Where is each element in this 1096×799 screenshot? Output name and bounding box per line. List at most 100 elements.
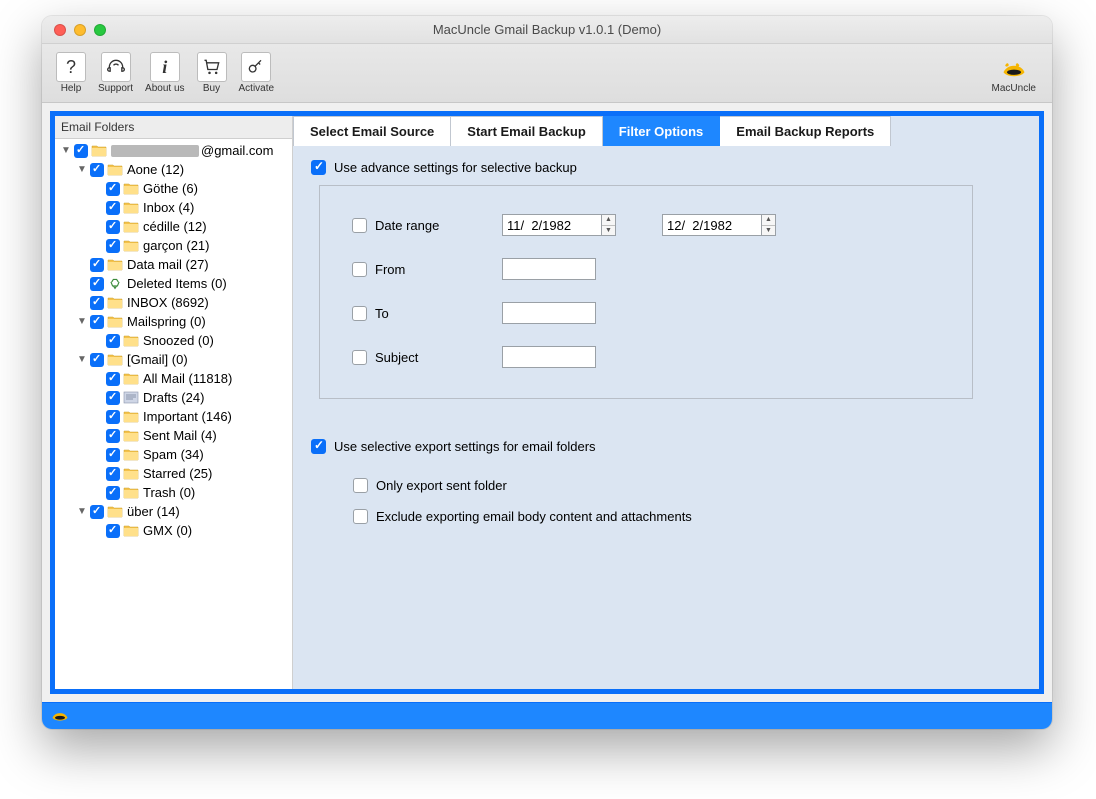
use-selective-row[interactable]: Use selective export settings for email … <box>311 439 1021 454</box>
from-checkbox[interactable] <box>352 262 367 277</box>
folder-icon <box>123 486 139 499</box>
tree-node[interactable]: INBOX (8692) <box>55 293 292 312</box>
folder-checkbox[interactable] <box>90 277 104 291</box>
tree-node[interactable]: ▼[Gmail] (0) <box>55 350 292 369</box>
folder-checkbox[interactable] <box>106 410 120 424</box>
about-button[interactable]: i About us <box>139 49 190 97</box>
folder-checkbox[interactable] <box>106 334 120 348</box>
filter-fieldset: Date range ▲▼ ▲▼ From <box>319 185 973 399</box>
date-to-input[interactable] <box>662 214 762 236</box>
only-sent-row[interactable]: Only export sent folder <box>353 478 1021 493</box>
disclosure-triangle-icon[interactable]: ▼ <box>75 316 89 327</box>
about-label: About us <box>145 83 184 94</box>
tree-node[interactable]: Data mail (27) <box>55 255 292 274</box>
subject-input[interactable] <box>502 346 596 368</box>
disclosure-triangle-icon[interactable]: ▼ <box>75 354 89 365</box>
tree-node[interactable]: Drafts (24) <box>55 388 292 407</box>
disclosure-triangle-icon[interactable]: ▼ <box>59 145 73 156</box>
folder-checkbox[interactable] <box>90 296 104 310</box>
to-input[interactable] <box>502 302 596 324</box>
folder-icon <box>91 144 107 157</box>
folder-checkbox[interactable] <box>106 201 120 215</box>
only-sent-checkbox[interactable] <box>353 478 368 493</box>
app-window: MacUncle Gmail Backup v1.0.1 (Demo) ? He… <box>42 16 1052 729</box>
tree-node[interactable]: Important (146) <box>55 407 292 426</box>
tree-node[interactable]: Trash (0) <box>55 483 292 502</box>
folder-icon <box>107 163 123 176</box>
tree-node[interactable]: GMX (0) <box>55 521 292 540</box>
folder-checkbox[interactable] <box>106 524 120 538</box>
use-advance-row[interactable]: Use advance settings for selective backu… <box>311 160 1021 175</box>
tree-node[interactable]: ▼Aone (12) <box>55 160 292 179</box>
to-checkbox[interactable] <box>352 306 367 321</box>
use-advance-checkbox[interactable] <box>311 160 326 175</box>
folder-checkbox[interactable] <box>90 315 104 329</box>
main-panel: Select Email Source Start Email Backup F… <box>293 116 1039 689</box>
tree-node[interactable]: cédille (12) <box>55 217 292 236</box>
recycle-icon <box>107 277 123 290</box>
disclosure-triangle-icon[interactable]: ▼ <box>75 506 89 517</box>
help-label: Help <box>61 83 82 94</box>
buy-button[interactable]: Buy <box>191 49 233 97</box>
info-icon: i <box>150 52 180 82</box>
folder-checkbox[interactable] <box>90 505 104 519</box>
tree-node[interactable]: Starred (25) <box>55 464 292 483</box>
tree-node[interactable]: Göthe (6) <box>55 179 292 198</box>
exclude-body-row[interactable]: Exclude exporting email body content and… <box>353 509 1021 524</box>
folder-checkbox[interactable] <box>106 372 120 386</box>
tab-filter[interactable]: Filter Options <box>603 116 721 146</box>
exclude-body-label: Exclude exporting email body content and… <box>376 509 692 524</box>
folder-checkbox[interactable] <box>106 467 120 481</box>
folder-tree[interactable]: ▼@gmail.com▼Aone (12)Göthe (6)Inbox (4)c… <box>55 139 292 689</box>
help-icon: ? <box>56 52 86 82</box>
folder-label: Trash (0) <box>143 485 195 500</box>
folder-checkbox[interactable] <box>90 258 104 272</box>
tab-source[interactable]: Select Email Source <box>293 116 451 146</box>
use-selective-checkbox[interactable] <box>311 439 326 454</box>
folder-checkbox[interactable] <box>106 182 120 196</box>
folder-label: Data mail (27) <box>127 257 209 272</box>
exclude-body-checkbox[interactable] <box>353 509 368 524</box>
tree-node[interactable]: Inbox (4) <box>55 198 292 217</box>
date-to-stepper[interactable]: ▲▼ <box>762 214 776 236</box>
date-range-label: Date range <box>375 218 439 233</box>
tree-node[interactable]: All Mail (11818) <box>55 369 292 388</box>
tree-node[interactable]: garçon (21) <box>55 236 292 255</box>
folder-checkbox[interactable] <box>106 486 120 500</box>
redacted-username <box>111 145 199 157</box>
tree-node[interactable]: ▼über (14) <box>55 502 292 521</box>
sidebar-header: Email Folders <box>55 116 292 139</box>
tab-reports[interactable]: Email Backup Reports <box>720 116 891 146</box>
window-title: MacUncle Gmail Backup v1.0.1 (Demo) <box>42 22 1052 37</box>
help-button[interactable]: ? Help <box>50 49 92 97</box>
activate-button[interactable]: Activate <box>233 49 281 97</box>
folder-checkbox[interactable] <box>106 448 120 462</box>
folder-checkbox[interactable] <box>106 391 120 405</box>
tab-start[interactable]: Start Email Backup <box>451 116 603 146</box>
tree-node[interactable]: ▼Mailspring (0) <box>55 312 292 331</box>
folder-checkbox[interactable] <box>90 353 104 367</box>
date-from-input[interactable] <box>502 214 602 236</box>
folder-label: Drafts (24) <box>143 390 204 405</box>
folder-checkbox[interactable] <box>106 239 120 253</box>
folder-checkbox[interactable] <box>90 163 104 177</box>
folder-checkbox[interactable] <box>106 429 120 443</box>
brand-label: MacUncle <box>992 83 1036 94</box>
disclosure-triangle-icon[interactable]: ▼ <box>75 164 89 175</box>
date-range-checkbox[interactable] <box>352 218 367 233</box>
folder-icon <box>123 410 139 423</box>
tree-node[interactable]: Spam (34) <box>55 445 292 464</box>
support-button[interactable]: Support <box>92 49 139 97</box>
tree-node[interactable]: Snoozed (0) <box>55 331 292 350</box>
folder-checkbox[interactable] <box>106 220 120 234</box>
folder-checkbox[interactable] <box>74 144 88 158</box>
date-range-row: Date range ▲▼ ▲▼ <box>352 214 940 236</box>
tree-node[interactable]: Deleted Items (0) <box>55 274 292 293</box>
from-input[interactable] <box>502 258 596 280</box>
buy-label: Buy <box>203 83 220 94</box>
date-from-stepper[interactable]: ▲▼ <box>602 214 616 236</box>
subject-checkbox[interactable] <box>352 350 367 365</box>
tree-node[interactable]: ▼@gmail.com <box>55 141 292 160</box>
folder-label: garçon (21) <box>143 238 209 253</box>
tree-node[interactable]: Sent Mail (4) <box>55 426 292 445</box>
